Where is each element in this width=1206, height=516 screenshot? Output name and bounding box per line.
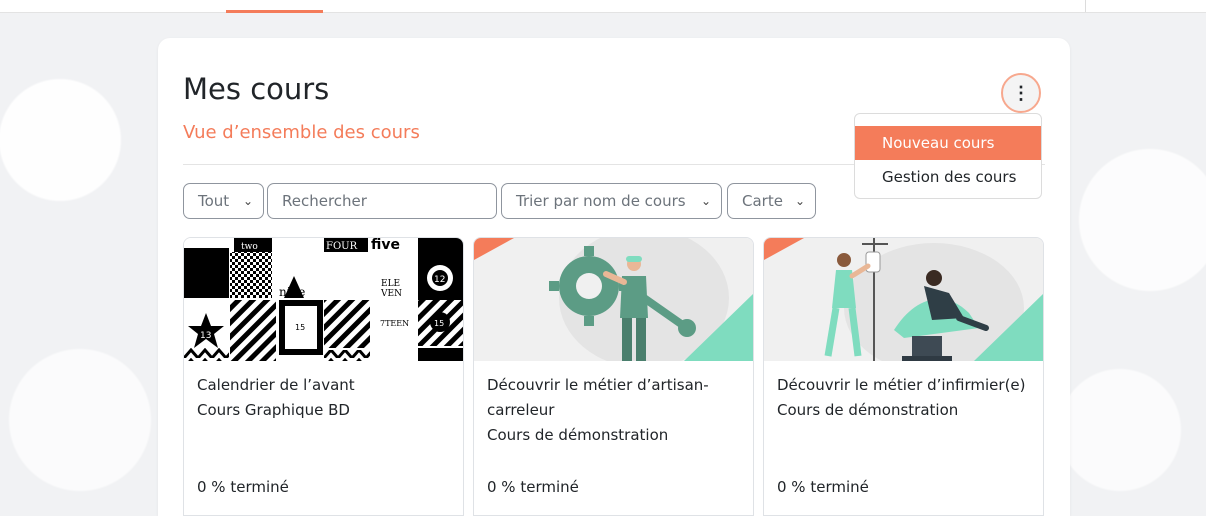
nurse-illustration	[764, 238, 1043, 361]
menu-item-new-course[interactable]: Nouveau cours	[855, 126, 1041, 160]
course-overview-heading: Vue d’ensemble des cours	[183, 122, 420, 143]
menu-item-manage-courses[interactable]: Gestion des cours	[855, 160, 1041, 194]
my-courses-panel: Mes cours Vue d’ensemble des cours ⋮ Tou…	[158, 38, 1070, 516]
svg-text:ELE: ELE	[381, 279, 400, 289]
course-category: Cours de démonstration	[777, 401, 959, 419]
chevron-down-icon: ⌄	[794, 194, 805, 208]
more-vertical-icon: ⋮	[1012, 82, 1030, 103]
course-name[interactable]: Calendrier de l’avant	[197, 373, 452, 398]
course-image-tiler[interactable]	[474, 238, 753, 361]
topbar-divider	[1085, 0, 1086, 12]
course-title-link[interactable]: Découvrir le métier d’artisan-carreleur …	[487, 373, 742, 448]
tiler-illustration	[474, 238, 753, 361]
svg-text:nine: nine	[279, 285, 305, 299]
active-tab-indicator	[226, 10, 323, 13]
svg-text:VEN: VEN	[380, 289, 402, 299]
svg-text:two: two	[241, 242, 258, 252]
course-search-input[interactable]	[267, 183, 497, 219]
grouping-dropdown[interactable]: Tout ⌄	[183, 183, 264, 219]
page-title: Mes cours	[183, 72, 330, 106]
actions-dropdown-menu: Nouveau cours Gestion des cours	[854, 113, 1042, 199]
course-image-advent-calendar[interactable]: two FOUR five nine ELE VEN 12 13 15 7TEE…	[184, 238, 463, 361]
sort-selected-value: Trier par nom de cours	[516, 192, 686, 210]
course-progress-text: 0 % terminé	[197, 478, 289, 496]
grouping-selected-value: Tout	[198, 192, 230, 210]
display-selected-value: Carte	[742, 192, 783, 210]
svg-text:12: 12	[434, 275, 445, 285]
svg-text:five: five	[371, 238, 400, 253]
svg-text:13: 13	[200, 331, 211, 341]
top-navigation-bar	[0, 0, 1206, 13]
svg-text:7TEEN: 7TEEN	[380, 319, 409, 328]
chevron-down-icon: ⌄	[242, 194, 253, 208]
course-card[interactable]: Découvrir le métier d’artisan-carreleur …	[473, 237, 754, 516]
course-name[interactable]: Découvrir le métier d’artisan-carreleur	[487, 373, 742, 423]
course-name[interactable]: Découvrir le métier d’infirmier(e)	[777, 373, 1032, 398]
course-category: Cours de démonstration	[487, 426, 669, 444]
chevron-down-icon: ⌄	[700, 194, 711, 208]
sort-dropdown[interactable]: Trier par nom de cours ⌄	[501, 183, 722, 219]
display-mode-dropdown[interactable]: Carte ⌄	[727, 183, 816, 219]
course-image-nurse[interactable]	[764, 238, 1043, 361]
actions-menu-button[interactable]: ⋮	[1001, 73, 1041, 113]
svg-text:FOUR: FOUR	[326, 241, 358, 252]
course-title-link[interactable]: Découvrir le métier d’infirmier(e) Cours…	[777, 373, 1032, 423]
advent-calendar-artwork: two FOUR five nine ELE VEN 12 13 15 7TEE…	[184, 238, 463, 361]
course-progress-text: 0 % terminé	[777, 478, 869, 496]
course-card[interactable]: two FOUR five nine ELE VEN 12 13 15 7TEE…	[183, 237, 464, 516]
svg-text:15: 15	[295, 323, 305, 332]
course-title-link[interactable]: Calendrier de l’avant Cours Graphique BD	[197, 373, 452, 423]
svg-text:15: 15	[434, 319, 444, 328]
course-progress-text: 0 % terminé	[487, 478, 579, 496]
course-card[interactable]: Découvrir le métier d’infirmier(e) Cours…	[763, 237, 1044, 516]
course-category: Cours Graphique BD	[197, 401, 350, 419]
